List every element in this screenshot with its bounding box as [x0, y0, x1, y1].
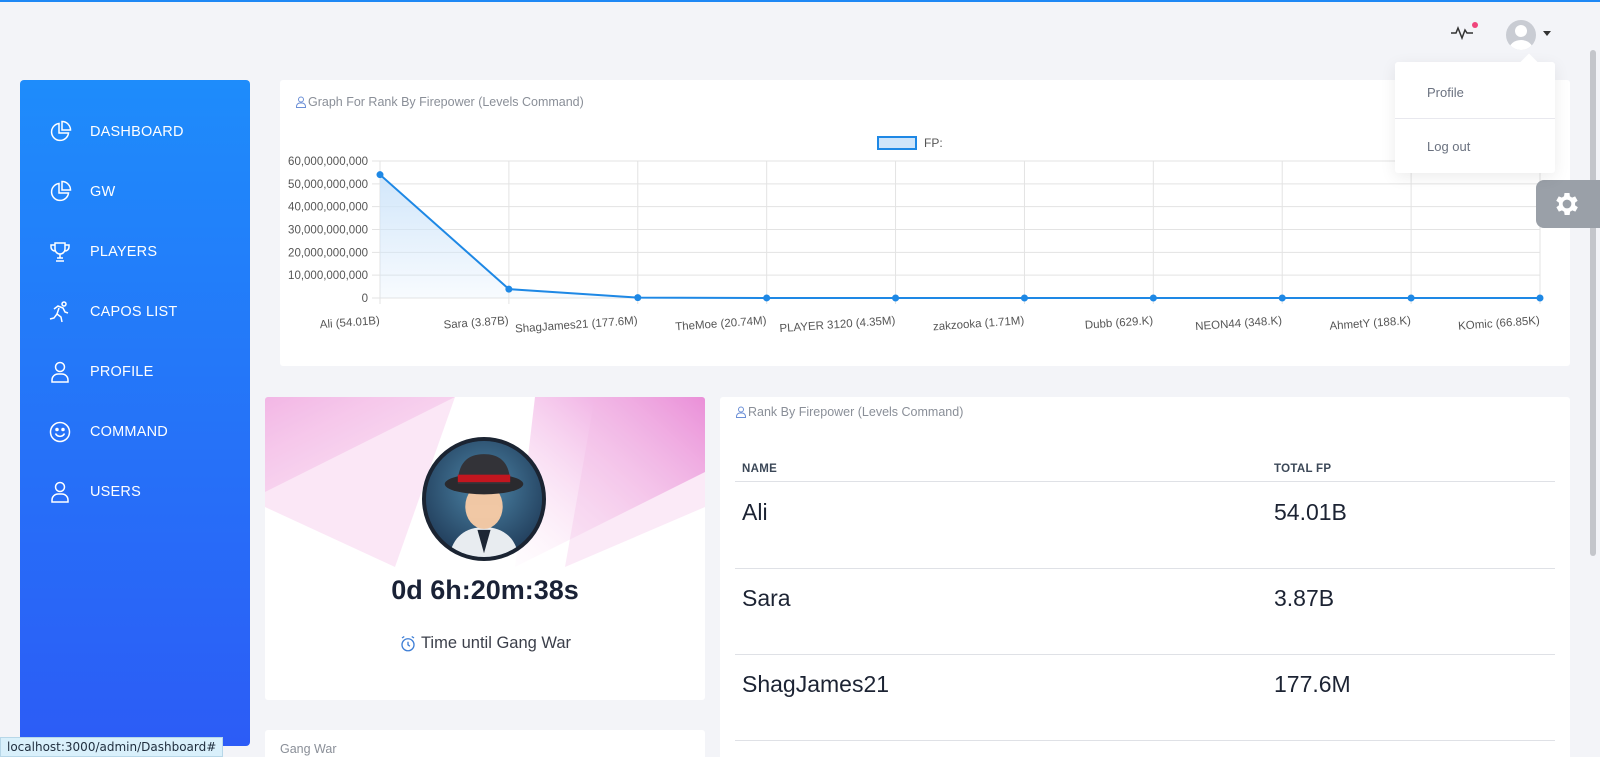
data-point: [505, 285, 513, 293]
x-tick-label: AhmetY (188.K): [1329, 315, 1411, 333]
table-header-divider: [735, 481, 1555, 482]
y-tick-label: 20,000,000,000: [288, 247, 368, 259]
top-accent-line: [0, 0, 1600, 2]
notification-dot: [1472, 22, 1478, 28]
sidebar-item-profile[interactable]: PROFILE: [20, 342, 250, 402]
table-cell-name: ShagJames21: [742, 671, 890, 697]
firepower-line-chart: FP: 0 10,000,000,000 20,000,000,000 30,000,0…: [288, 136, 1544, 336]
rank-table-title: Rank By Firepower (Levels Command): [735, 405, 963, 419]
dropdown-arrow: [1520, 53, 1538, 71]
sidebar-item-label: USERS: [90, 484, 141, 500]
table-cell-name: Ali: [742, 499, 768, 525]
sidebar-item-dashboard[interactable]: DASHBOARD: [20, 102, 250, 162]
data-point: [763, 294, 771, 302]
data-point: [1407, 294, 1415, 302]
series-line: [379, 173, 1541, 299]
table-cell-name: Sara: [742, 585, 791, 611]
page-scrollbar-thumb[interactable]: [1590, 50, 1596, 556]
legend-label: FP:: [924, 136, 943, 150]
sidebar-item-capos-list[interactable]: CAPOS LIST: [20, 282, 250, 342]
status-bar-url: localhost:3000/admin/Dashboard#: [0, 737, 224, 757]
sidebar: DASHBOARD GW PLAYERS CAPOS LIST PROFILE …: [20, 80, 250, 746]
rank-table-card: Rank By Firepower (Levels Command) NAME …: [720, 397, 1570, 757]
sidebar-item-label: PROFILE: [90, 364, 154, 380]
table-row-divider: [735, 654, 1555, 655]
user-avatar[interactable]: [1506, 20, 1536, 50]
column-header-total-fp[interactable]: TOTAL FP: [1274, 463, 1331, 475]
x-tick-label: PLAYER 3120 (4.35M): [779, 315, 896, 335]
countdown-value: 0d 6h:20m:38s: [391, 575, 579, 605]
sidebar-item-command[interactable]: COMMAND: [20, 402, 250, 462]
table-cell-fp: 3.87B: [1274, 585, 1335, 611]
data-point: [1278, 294, 1286, 302]
sidebar-item-label: COMMAND: [90, 424, 168, 440]
data-point: [376, 171, 384, 179]
y-tick-label: 10,000,000,000: [288, 270, 368, 282]
table-row-divider: [735, 740, 1555, 741]
menu-divider: [1395, 118, 1555, 119]
user-icon: [51, 481, 69, 503]
legend-swatch: [877, 136, 917, 150]
series-area: [380, 174, 1540, 298]
data-point: [892, 294, 900, 302]
sidebar-item-gw[interactable]: GW: [20, 162, 250, 222]
x-tick-label: NEON44 (348.K): [1195, 315, 1283, 333]
x-tick-label: TheMoe (20.74M): [675, 315, 767, 333]
sidebar-item-label: GW: [90, 184, 116, 200]
data-point: [1536, 294, 1544, 302]
x-tick-label: zakzooka (1.71M): [933, 315, 1025, 333]
firepower-chart-card: Graph For Rank By Firepower (Levels Comm…: [280, 80, 1570, 366]
gang-war-card-title: Gang War: [280, 742, 337, 756]
mafia-hat-man-icon: [426, 441, 542, 557]
sidebar-item-label: DASHBOARD: [90, 124, 184, 140]
chevron-down-icon[interactable]: [1543, 31, 1551, 36]
y-tick-label: 40,000,000,000: [288, 202, 368, 214]
x-tick-label: Sara (3.87B): [443, 315, 509, 332]
data-point: [1149, 294, 1157, 302]
table-row-divider: [735, 568, 1555, 569]
y-tick-label: 60,000,000,000: [288, 156, 368, 168]
runner-icon: [49, 301, 69, 323]
data-point: [634, 294, 642, 302]
data-point: [1020, 294, 1028, 302]
user-silhouette-icon: [1509, 25, 1533, 50]
sidebar-item-players[interactable]: PLAYERS: [20, 222, 250, 282]
gang-war-card: Gang War: [265, 730, 705, 757]
pulse-icon[interactable]: [1450, 22, 1474, 42]
countdown-label-text: Time until Gang War: [420, 634, 572, 652]
user-dropdown-menu: Profile Log out: [1395, 53, 1555, 173]
table-cell-fp: 177.6M: [1274, 671, 1351, 697]
trophy-icon: [50, 242, 70, 262]
pie-chart-icon: [50, 120, 72, 142]
pie-chart-icon: [50, 180, 72, 202]
menu-item-profile[interactable]: Profile: [1427, 85, 1464, 100]
sidebar-item-label: PLAYERS: [90, 244, 158, 260]
gang-war-timer-card: 0d 6h:20m:38s Time until Gang War: [265, 397, 705, 700]
y-tick-label: 30,000,000,000: [288, 225, 368, 237]
x-tick-label: Ali (54.01B): [319, 315, 380, 331]
countdown-label: Time until Gang War: [265, 634, 705, 653]
sidebar-item-label: CAPOS LIST: [90, 304, 178, 320]
column-header-name[interactable]: NAME: [742, 463, 777, 475]
rank-table-title-text: Rank By Firepower (Levels Command): [748, 405, 964, 419]
alarm-clock-icon: [401, 635, 415, 651]
x-tick-label: ShagJames21 (177.6M): [515, 315, 638, 336]
mafia-avatar: [422, 437, 546, 561]
menu-item-logout[interactable]: Log out: [1427, 139, 1470, 154]
user-icon: [736, 406, 746, 418]
x-tick-label: KOmic (66.85K): [1458, 315, 1541, 333]
gear-icon: [1556, 193, 1578, 215]
user-icon: [51, 361, 69, 383]
x-tick-label: Dubb (629.K): [1084, 315, 1153, 332]
settings-toggle-button[interactable]: [1536, 180, 1600, 228]
smile-icon: [49, 421, 71, 443]
table-cell-fp: 54.01B: [1274, 499, 1347, 525]
y-tick-label: 50,000,000,000: [288, 179, 368, 191]
sidebar-item-users[interactable]: USERS: [20, 462, 250, 522]
y-tick-label: 0: [362, 293, 368, 305]
